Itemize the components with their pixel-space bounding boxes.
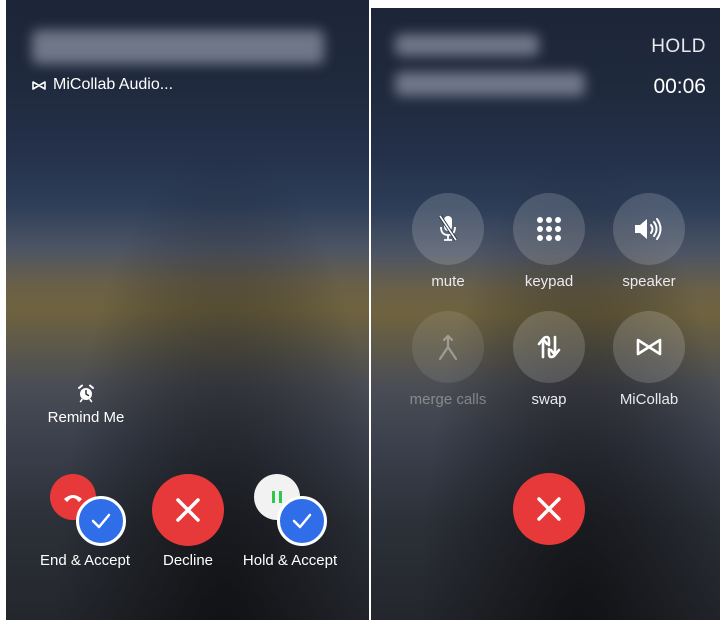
keypad-label: keypad: [524, 273, 574, 290]
merge-calls-button[interactable]: [412, 311, 484, 383]
call-source-label: MiCollab Audio...: [53, 76, 174, 93]
merge-icon: [438, 334, 458, 361]
hold-and-accept-label: Hold & Accept: [242, 552, 338, 569]
swap-label: swap: [531, 391, 567, 408]
mute-label: mute: [431, 273, 465, 290]
accept-check-badge: [76, 496, 126, 546]
caller-name-blurred: [32, 30, 324, 64]
micollab-label: MiCollab: [619, 391, 679, 408]
call-status: HOLD: [651, 36, 706, 57]
end-and-accept-label: End & Accept: [39, 552, 131, 569]
checkmark-icon: [292, 513, 312, 529]
incoming-call-screen: MiCollab Audio... Remind Me End & Accept: [6, 0, 369, 620]
merge-calls-label: merge calls: [409, 391, 487, 408]
decline-label: Decline: [162, 552, 214, 569]
mute-button[interactable]: [412, 193, 484, 265]
keypad-button[interactable]: [513, 193, 585, 265]
pause-icon: [272, 491, 282, 503]
remind-me-label: Remind Me: [47, 409, 125, 426]
call-timer: 00:06: [653, 75, 706, 98]
swap-icon: [537, 335, 561, 359]
decline-circle: [152, 474, 224, 546]
swap-button[interactable]: [513, 311, 585, 383]
hang-up-icon: [64, 495, 82, 502]
keypad-icon: [537, 217, 561, 241]
checkmark-icon: [91, 513, 111, 529]
alarm-clock-icon: [78, 384, 94, 403]
accept-check-badge: [277, 496, 327, 546]
mic-slash-icon: [438, 215, 458, 241]
call-info-blurred: [395, 34, 539, 56]
speaker-icon: [635, 218, 662, 240]
micollab-icon: [32, 80, 46, 90]
speaker-label: speaker: [622, 273, 676, 290]
close-icon: [537, 497, 561, 521]
speaker-button[interactable]: [613, 193, 685, 265]
call-source: MiCollab Audio...: [32, 76, 173, 94]
micollab-button[interactable]: [613, 311, 685, 383]
close-icon: [176, 498, 200, 522]
caller-name-blurred: [395, 72, 585, 96]
end-call-button[interactable]: [513, 473, 585, 545]
remind-me-button[interactable]: Remind Me: [46, 383, 126, 427]
micollab-icon: [636, 338, 662, 356]
in-call-screen: HOLD 00:06 mute keypad speaker merge cal…: [371, 8, 720, 620]
